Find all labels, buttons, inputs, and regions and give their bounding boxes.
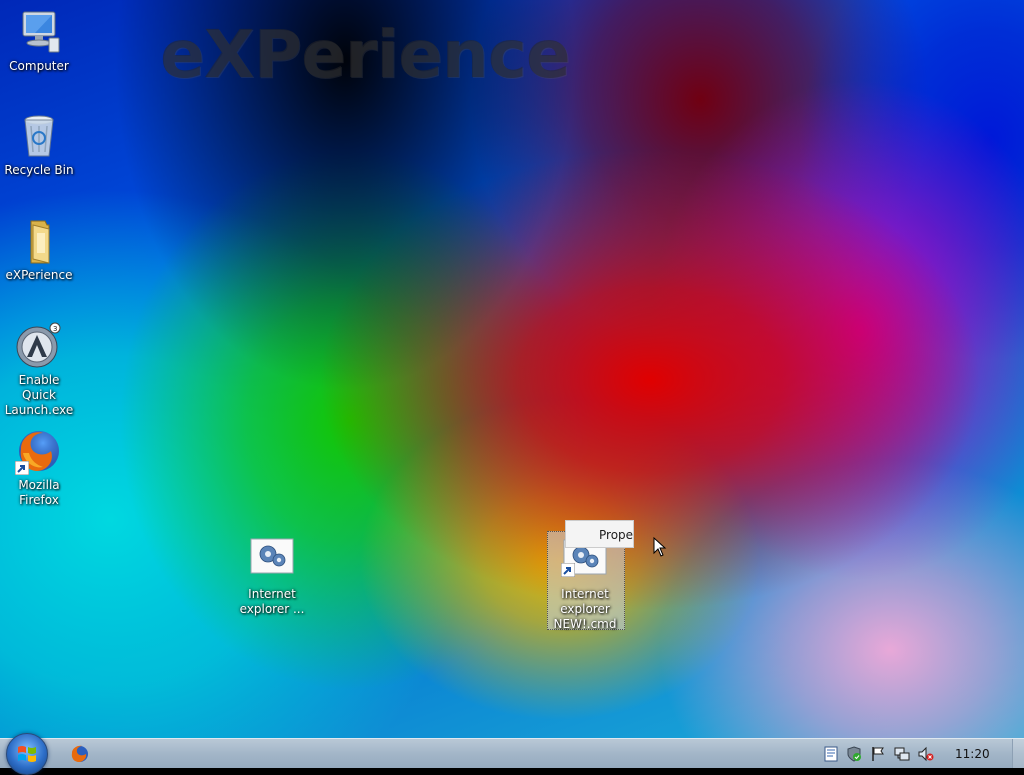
action-center-flag-icon[interactable] <box>870 746 886 762</box>
network-icon[interactable] <box>894 746 910 762</box>
svg-text:3: 3 <box>53 325 57 333</box>
desktop-icon-enable-quick-launch[interactable]: 3 Enable Quick Launch.exe <box>0 322 78 418</box>
desktop[interactable]: eXPerience Computer Recycle Bin eXPerien… <box>0 0 1024 738</box>
firefox-icon <box>15 427 63 475</box>
aimp-icon: 3 <box>15 322 63 370</box>
recycle-bin-icon <box>15 112 63 160</box>
volume-muted-icon[interactable] <box>918 746 934 762</box>
folder-icon <box>15 217 63 265</box>
mouse-cursor-icon <box>653 537 667 557</box>
security-shield-icon[interactable] <box>846 746 862 762</box>
shortcut-arrow-icon <box>15 461 29 475</box>
wallpaper-text: eXPerience <box>160 16 571 93</box>
taskbar: 11:20 <box>0 733 1024 775</box>
shortcut-arrow-icon <box>561 563 575 577</box>
notes-icon[interactable] <box>823 746 839 762</box>
taskbar-clock[interactable]: 11:20 <box>955 747 990 761</box>
desktop-icon-experience-folder[interactable]: eXPerience <box>0 217 78 283</box>
system-tray: 11:20 <box>0 739 1024 769</box>
computer-icon <box>15 8 63 56</box>
drag-tooltip: Proper <box>565 520 634 548</box>
desktop-icon-computer[interactable]: Computer <box>0 8 78 74</box>
desktop-icon-firefox[interactable]: Mozilla Firefox <box>0 427 78 508</box>
show-desktop-button[interactable] <box>1012 739 1024 768</box>
gear-script-icon <box>248 536 296 584</box>
drag-tooltip-text: Proper <box>599 528 634 542</box>
desktop-icon-recycle-bin[interactable]: Recycle Bin <box>0 112 78 178</box>
desktop-icon-internet-explorer-script[interactable]: Internet explorer ... <box>233 536 311 617</box>
